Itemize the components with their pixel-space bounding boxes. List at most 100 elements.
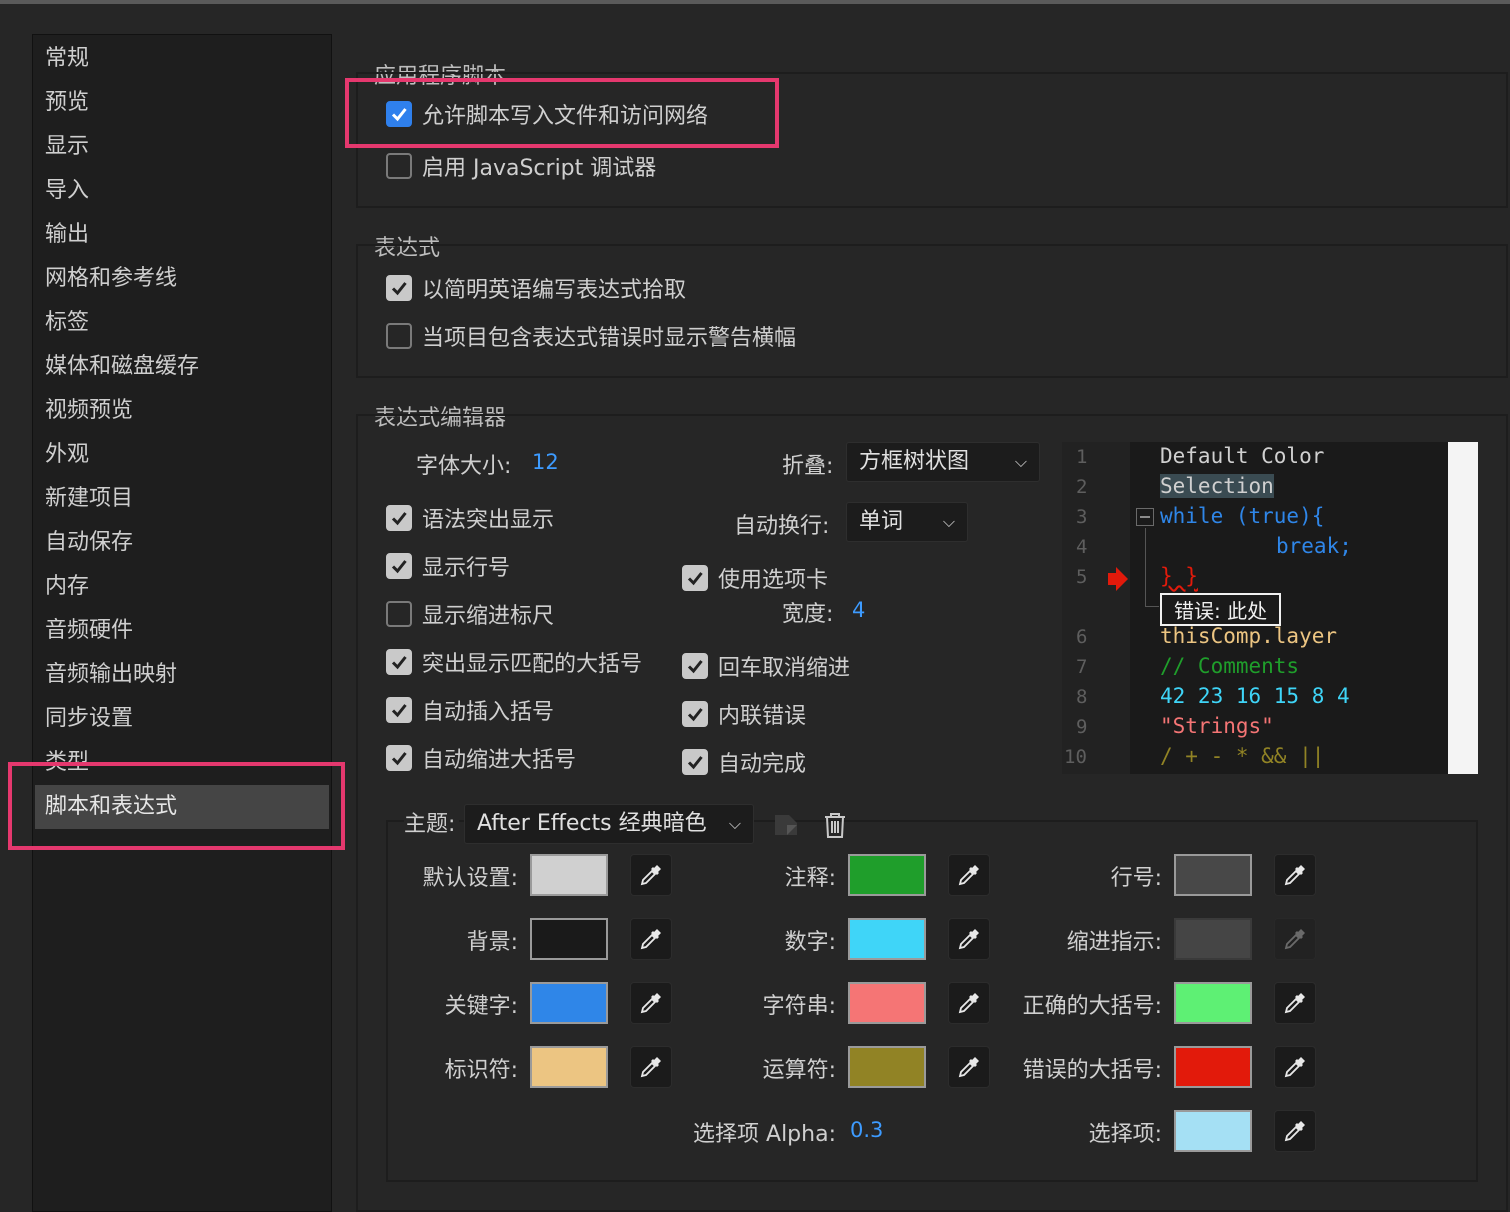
line-number: 9 [1076,716,1088,738]
checkbox-checked-icon [386,649,412,675]
sidebar-highlight-box [8,762,345,850]
sidebar-item-general[interactable]: 常规 [35,37,329,81]
correct-brace-color-swatch[interactable] [1174,982,1252,1024]
font-size-value[interactable]: 12 [532,450,559,474]
auto-insert-brackets-label: 自动插入括号 [422,700,555,725]
eyedropper-icon[interactable] [948,918,990,960]
inline-error-tooltip: 错误: 此处 [1160,593,1282,626]
comment-color-swatch[interactable] [848,854,926,896]
eyedropper-icon[interactable] [1274,854,1316,896]
line-number: 2 [1076,476,1088,498]
plain-english-pickwhip-checkbox[interactable]: 以简明英语编写表达式拾取 [386,272,686,304]
autocomplete-checkbox[interactable]: 自动完成 [682,746,806,778]
return-unindent-label: 回车取消缩进 [718,656,851,681]
string-color-label: 字符串: [762,994,836,1019]
eyedropper-icon[interactable] [1274,1110,1316,1152]
trash-icon[interactable] [820,810,850,840]
eyedropper-icon[interactable] [630,982,672,1024]
fold-collapse-icon[interactable] [1136,508,1154,526]
syntax-highlight-checkbox[interactable]: 语法突出显示 [386,502,554,534]
sidebar-item-video-preview[interactable]: 视频预览 [35,389,329,433]
eyedropper-icon[interactable] [948,854,990,896]
code-line-operators: / + - * && || [1160,744,1325,768]
keyword-color-swatch[interactable] [530,982,608,1024]
correct-brace-color-label: 正确的大括号: [1022,994,1162,1019]
sidebar-item-grids-guides[interactable]: 网格和参考线 [35,257,329,301]
indent-ruler-label: 显示缩进标尺 [422,604,555,629]
font-size-label: 字体大小: [416,454,512,479]
eyedropper-icon[interactable] [630,1046,672,1088]
operator-color-swatch[interactable] [848,1046,926,1088]
sidebar-item-previews[interactable]: 预览 [35,81,329,125]
sidebar-item-audio-hardware[interactable]: 音频硬件 [35,609,329,653]
default-color-swatch[interactable] [530,854,608,896]
sidebar-item-new-project[interactable]: 新建项目 [35,477,329,521]
new-theme-icon[interactable] [772,810,800,838]
sidebar-item-output[interactable]: 输出 [35,213,329,257]
sidebar-item-import[interactable]: 导入 [35,169,329,213]
string-color-swatch[interactable] [848,982,926,1024]
enable-js-debugger-label: 启用 JavaScript 调试器 [422,156,657,181]
autocomplete-label: 自动完成 [718,752,807,777]
eyedropper-icon[interactable] [948,982,990,1024]
sidebar-item-appearance[interactable]: 外观 [35,433,329,477]
sidebar-item-audio-output-mapping[interactable]: 音频输出映射 [35,653,329,697]
eyedropper-icon[interactable] [1274,982,1316,1024]
eyedropper-icon[interactable] [630,854,672,896]
eyedropper-icon[interactable] [1274,1046,1316,1088]
use-tabs-checkbox[interactable]: 使用选项卡 [682,562,828,594]
line-numbers-checkbox[interactable]: 显示行号 [386,550,510,582]
word-wrap-label: 自动换行: [734,514,830,539]
checkbox-checked-icon [386,697,412,723]
indent-ruler-checkbox[interactable]: 显示缩进标尺 [386,598,554,630]
theme-label: 主题: [404,806,460,838]
code-line-default: Default Color [1160,444,1325,468]
line-numbers-label: 显示行号 [422,556,511,581]
theme-select[interactable]: After Effects 经典暗色 ⌵ [464,804,754,844]
line-number: 3 [1076,506,1088,528]
checkbox-checked-icon [682,701,708,727]
show-warning-banner-checkbox[interactable]: 当项目包含表达式错误时显示警告横幅 [386,320,796,352]
theme-select-value: After Effects 经典暗色 [477,811,707,836]
inline-errors-checkbox[interactable]: 内联错误 [682,698,806,730]
syntax-highlight-label: 语法突出显示 [422,508,555,533]
sidebar-item-labels[interactable]: 标签 [35,301,329,345]
code-preview-scrollbar[interactable] [1448,442,1478,774]
sidebar-item-auto-save[interactable]: 自动保存 [35,521,329,565]
return-unindent-checkbox[interactable]: 回车取消缩进 [682,650,850,682]
sidebar-item-memory[interactable]: 内存 [35,565,329,609]
checkbox-unchecked-icon [386,323,412,349]
eyedropper-icon[interactable] [630,918,672,960]
tab-width-label: 宽度: [782,602,834,627]
sidebar-item-display[interactable]: 显示 [35,125,329,169]
selection-color-swatch[interactable] [1174,1110,1252,1152]
eyedropper-icon[interactable] [948,1046,990,1088]
indent-guide-color-swatch [1174,918,1252,960]
fold-guide-end [1145,606,1159,607]
line-number: 5 [1076,566,1088,588]
code-line-keyword: while (true){ [1160,504,1325,528]
number-color-swatch[interactable] [848,918,926,960]
fold-select[interactable]: 方框树状图 ⌵ [846,442,1040,482]
match-brackets-checkbox[interactable]: 突出显示匹配的大括号 [386,646,642,678]
tab-width-value[interactable]: 4 [852,598,865,622]
selection-alpha-value[interactable]: 0.3 [850,1118,883,1142]
error-brace-color-swatch[interactable] [1174,1046,1252,1088]
eyedropper-icon [1274,918,1316,960]
code-line-selection: Selection [1160,474,1274,498]
auto-indent-braces-checkbox[interactable]: 自动缩进大括号 [386,742,576,774]
enable-js-debugger-checkbox[interactable]: 启用 JavaScript 调试器 [386,150,656,182]
background-color-swatch[interactable] [530,918,608,960]
line-number-color-swatch[interactable] [1174,854,1252,896]
sidebar-item-media-cache[interactable]: 媒体和磁盘缓存 [35,345,329,389]
checkbox-checked-icon [386,553,412,579]
word-wrap-select[interactable]: 单词 ⌵ [846,502,968,542]
line-number: 7 [1076,656,1088,678]
sidebar-item-sync-settings[interactable]: 同步设置 [35,697,329,741]
checkbox-unchecked-icon [386,601,412,627]
auto-insert-brackets-checkbox[interactable]: 自动插入括号 [386,694,554,726]
code-preview: 1 2 3 4 5 6 7 8 9 10 Default Color Selec… [1062,442,1450,774]
word-wrap-select-value: 单词 [859,509,904,534]
checkbox-checked-icon [386,505,412,531]
identifier-color-swatch[interactable] [530,1046,608,1088]
